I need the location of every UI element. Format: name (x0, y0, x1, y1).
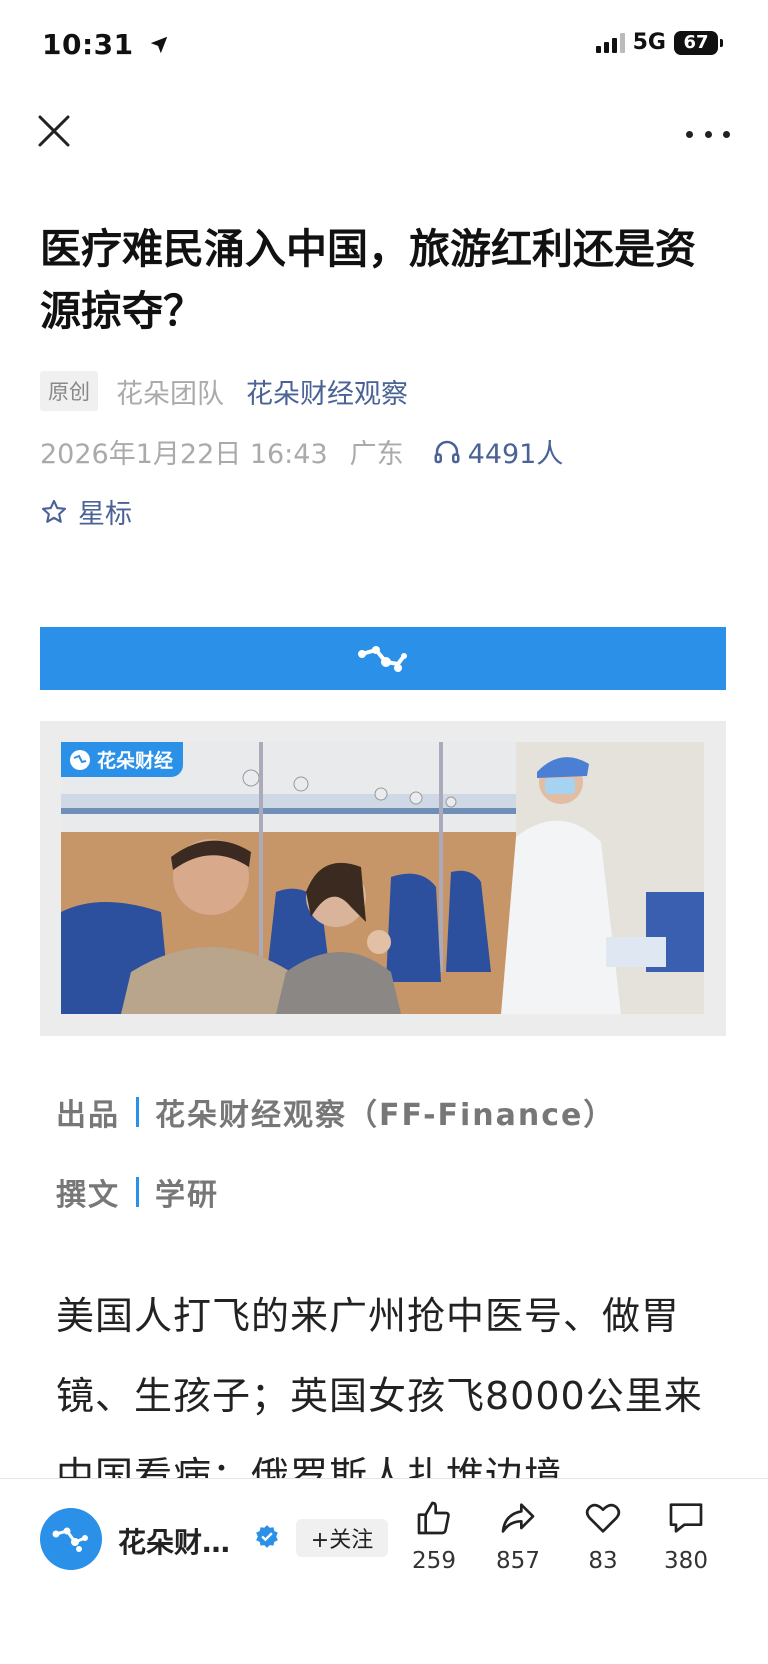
comment-button[interactable]: 380 (651, 1498, 721, 1574)
close-button[interactable] (38, 115, 78, 155)
article-title: 医疗难民涌入中国，旅游红利还是资源掠夺？ (40, 225, 696, 335)
star-icon (41, 499, 67, 523)
star-label: 星标 (78, 499, 132, 530)
credit-label: 出品 (56, 1098, 120, 1133)
brand-logo-small-icon (70, 749, 90, 770)
favorite-button[interactable]: 83 (568, 1498, 638, 1574)
article-meta-info: 2026年1月22日 16:43 广东 4491人 (40, 432, 563, 471)
share-count: 857 (496, 1548, 540, 1574)
credit-producer: 出品 花朵财经观察（FF-Finance） (56, 1090, 615, 1134)
brand-banner (40, 627, 726, 690)
credit-value: 学研 (155, 1178, 219, 1213)
credit-divider (136, 1177, 139, 1207)
article-photo[interactable] (61, 742, 704, 1014)
cell-signal-icon (595, 32, 625, 53)
like-count: 259 (412, 1548, 456, 1574)
comment-icon (669, 1503, 703, 1533)
verified-badge-icon (254, 1524, 280, 1554)
location-arrow-icon (150, 36, 168, 54)
thumbs-up-icon (417, 1501, 450, 1535)
hospital-scene-illustration (61, 742, 704, 1014)
comment-count: 380 (664, 1548, 708, 1574)
publish-location: 广东 (349, 439, 404, 470)
status-indicators: 5G 67 (595, 30, 723, 55)
favorite-count: 83 (588, 1548, 618, 1574)
listener-count: 4491人 (467, 439, 564, 470)
share-icon (501, 1503, 535, 1533)
credit-writer: 撰文 学研 (56, 1170, 219, 1214)
share-button[interactable]: 857 (483, 1498, 553, 1574)
original-tag: 原创 (40, 371, 98, 411)
clock-text: 10:31 (42, 28, 134, 61)
more-dot-icon (723, 130, 730, 138)
like-button[interactable]: 259 (399, 1498, 469, 1574)
listen-button[interactable]: 4491人 (432, 432, 564, 471)
status-time: 10:31 (42, 28, 170, 61)
more-options-button[interactable] (686, 122, 730, 146)
credit-divider (136, 1097, 139, 1127)
heart-icon (585, 1503, 621, 1533)
article-meta-authors: 原创 花朵团队 花朵财经观察 (40, 371, 408, 411)
close-icon (38, 115, 70, 147)
follow-button[interactable]: +关注 (296, 1519, 388, 1557)
more-dot-icon (686, 130, 693, 138)
account-avatar[interactable] (40, 1508, 102, 1570)
credit-label: 撰文 (56, 1178, 120, 1213)
account-link[interactable]: 花朵财经观察 (246, 372, 408, 411)
publish-date: 2026年1月22日 16:43 (40, 439, 328, 470)
brand-logo-icon (358, 645, 407, 672)
star-button[interactable]: 星标 (40, 492, 132, 531)
headphones-icon (434, 440, 460, 463)
more-dot-icon (704, 130, 712, 138)
author-name: 花朵团队 (116, 378, 224, 410)
brand-logo-icon (52, 1527, 88, 1552)
battery-icon: 67 (674, 30, 723, 55)
account-name[interactable]: 花朵财… (118, 1521, 230, 1561)
credit-value: 花朵财经观察（FF-Finance） (155, 1098, 616, 1133)
image-watermark: 花朵财经 (61, 742, 184, 777)
network-type: 5G (632, 30, 666, 55)
watermark-text: 花朵财经 (97, 750, 174, 772)
battery-level: 67 (683, 32, 709, 53)
